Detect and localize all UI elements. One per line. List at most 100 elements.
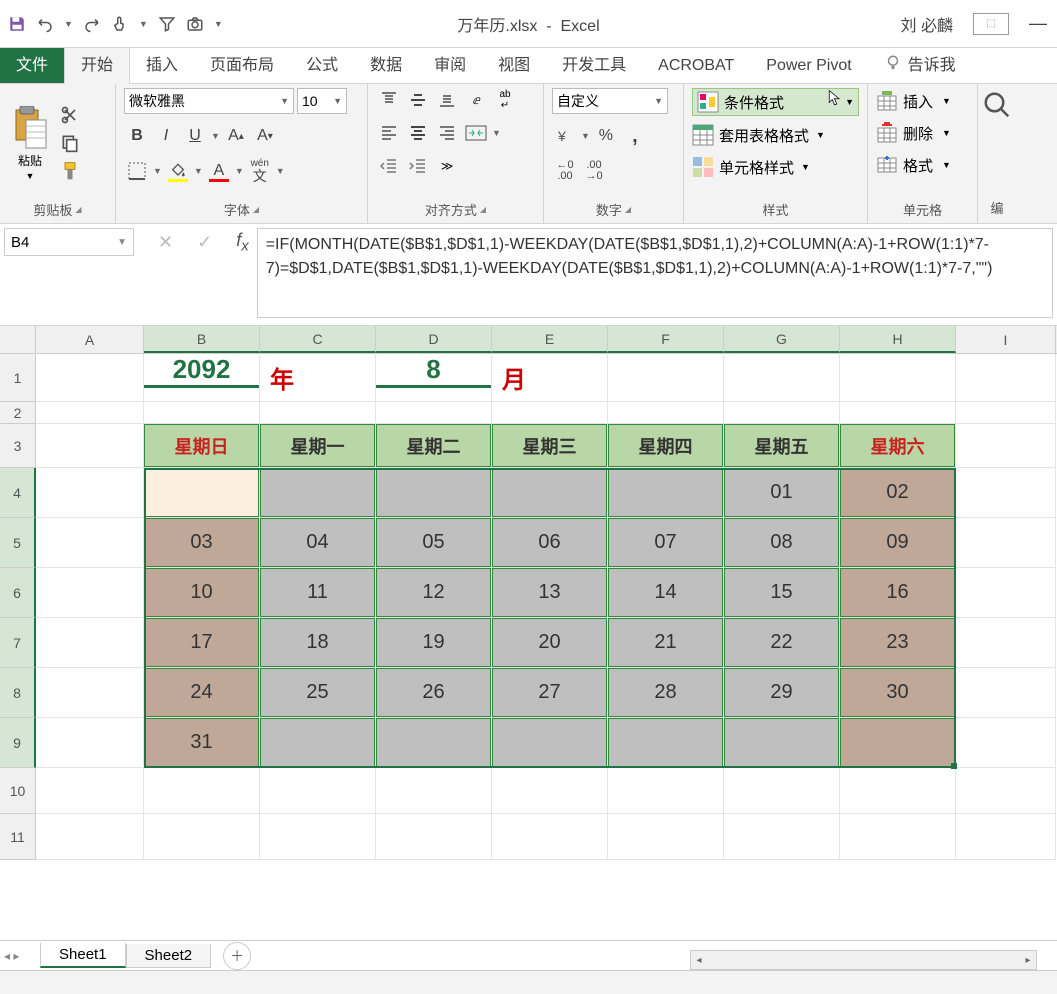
tab-file[interactable]: 文件 bbox=[0, 43, 64, 83]
format-as-table-button[interactable]: 套用表格格式▼ bbox=[692, 122, 859, 148]
cell-styles-button[interactable]: 单元格样式▼ bbox=[692, 154, 859, 180]
col-header-H[interactable]: H bbox=[840, 326, 956, 353]
row-header-6[interactable]: 6 bbox=[0, 568, 36, 618]
cell[interactable] bbox=[608, 468, 724, 518]
cell[interactable] bbox=[956, 814, 1056, 860]
cell[interactable] bbox=[956, 718, 1056, 768]
find-icon[interactable] bbox=[982, 90, 1012, 120]
cell[interactable]: 14 bbox=[608, 568, 724, 618]
cell[interactable] bbox=[376, 402, 492, 424]
name-box[interactable]: B4▼ bbox=[4, 228, 134, 256]
align-top-icon[interactable] bbox=[376, 88, 402, 112]
cell[interactable] bbox=[144, 768, 260, 814]
cell[interactable] bbox=[260, 814, 376, 860]
cell[interactable]: 星期一 bbox=[260, 424, 376, 468]
sheet-nav[interactable]: ◂ ▸ bbox=[4, 949, 19, 963]
col-header-E[interactable]: E bbox=[492, 326, 608, 353]
cell[interactable] bbox=[36, 718, 144, 768]
cell[interactable] bbox=[260, 718, 376, 768]
cell[interactable]: 星期三 bbox=[492, 424, 608, 468]
cell[interactable] bbox=[724, 354, 840, 402]
cell[interactable] bbox=[724, 768, 840, 814]
cell[interactable] bbox=[608, 814, 724, 860]
cell[interactable] bbox=[608, 718, 724, 768]
cell[interactable]: 20 bbox=[492, 618, 608, 668]
cell[interactable]: 星期二 bbox=[376, 424, 492, 468]
clipboard-launcher-icon[interactable]: ◢ bbox=[75, 205, 81, 214]
cell[interactable]: 星期日 bbox=[144, 424, 260, 468]
sheet-tab-1[interactable]: Sheet1 bbox=[40, 943, 126, 968]
horizontal-scrollbar[interactable]: ◂▸ bbox=[690, 950, 1037, 970]
increase-indent-icon[interactable] bbox=[405, 154, 431, 178]
fill-color-icon[interactable] bbox=[165, 158, 191, 184]
italic-button[interactable]: I bbox=[153, 123, 179, 149]
cell[interactable] bbox=[840, 768, 956, 814]
row-header-9[interactable]: 9 bbox=[0, 718, 36, 768]
cell[interactable]: 13 bbox=[492, 568, 608, 618]
cell[interactable]: 09 bbox=[840, 518, 956, 568]
col-header-D[interactable]: D bbox=[376, 326, 492, 353]
cell[interactable]: 27 bbox=[492, 668, 608, 718]
cell[interactable] bbox=[376, 814, 492, 860]
ribbon-display-icon[interactable]: ⬚ bbox=[973, 13, 1009, 35]
orientation-icon[interactable]: ⅇ bbox=[463, 88, 489, 112]
wrap-text-icon[interactable]: ab↵ bbox=[492, 88, 518, 112]
col-header-A[interactable]: A bbox=[36, 326, 144, 353]
cell[interactable] bbox=[840, 402, 956, 424]
cell[interactable]: 08 bbox=[724, 518, 840, 568]
cell[interactable] bbox=[36, 568, 144, 618]
cell[interactable]: 12 bbox=[376, 568, 492, 618]
cell[interactable]: 07 bbox=[608, 518, 724, 568]
cell[interactable] bbox=[956, 424, 1056, 468]
cut-icon[interactable] bbox=[58, 103, 82, 127]
cell[interactable] bbox=[36, 468, 144, 518]
align-right-icon[interactable] bbox=[434, 121, 460, 145]
cell[interactable]: 03 bbox=[144, 518, 260, 568]
align-left-icon[interactable] bbox=[376, 121, 402, 145]
cell[interactable] bbox=[36, 668, 144, 718]
cell[interactable]: 星期四 bbox=[608, 424, 724, 468]
cell[interactable] bbox=[608, 402, 724, 424]
user-name[interactable]: 刘 必麟 bbox=[901, 12, 953, 36]
row-header-4[interactable]: 4 bbox=[0, 468, 36, 518]
col-header-G[interactable]: G bbox=[724, 326, 840, 353]
cell[interactable] bbox=[956, 668, 1056, 718]
cell[interactable] bbox=[36, 618, 144, 668]
cell[interactable] bbox=[956, 468, 1056, 518]
cell[interactable] bbox=[492, 768, 608, 814]
cell[interactable]: 06 bbox=[492, 518, 608, 568]
redo-icon[interactable] bbox=[83, 15, 101, 33]
row-header-3[interactable]: 3 bbox=[0, 424, 36, 468]
cell[interactable]: 01 bbox=[724, 468, 840, 518]
undo-icon[interactable] bbox=[36, 15, 54, 33]
col-header-C[interactable]: C bbox=[260, 326, 376, 353]
font-size-combo[interactable]: 10▼ bbox=[297, 88, 347, 114]
cell[interactable] bbox=[376, 718, 492, 768]
cell[interactable]: 22 bbox=[724, 618, 840, 668]
touch-mode-icon[interactable] bbox=[111, 15, 129, 33]
tab-view[interactable]: 视图 bbox=[482, 43, 546, 83]
tab-developer[interactable]: 开发工具 bbox=[546, 43, 642, 83]
worksheet-grid[interactable]: A B C D E F G H I 1234567891011 2092▲▼年8… bbox=[0, 326, 1057, 860]
cell[interactable]: 29 bbox=[724, 668, 840, 718]
cell[interactable]: 10 bbox=[144, 568, 260, 618]
number-launcher-icon[interactable]: ◢ bbox=[625, 205, 631, 214]
cell[interactable]: 26 bbox=[376, 668, 492, 718]
orientation-dropdown-icon[interactable]: ≫ bbox=[434, 154, 460, 178]
align-bottom-icon[interactable] bbox=[434, 88, 460, 112]
tab-insert[interactable]: 插入 bbox=[130, 43, 194, 83]
cell[interactable]: 04 bbox=[260, 518, 376, 568]
cell[interactable] bbox=[36, 402, 144, 424]
cell[interactable]: 16 bbox=[840, 568, 956, 618]
cancel-formula-icon[interactable]: ✕ bbox=[158, 232, 173, 253]
phonetic-icon[interactable]: wén文 bbox=[247, 158, 273, 184]
decrease-indent-icon[interactable] bbox=[376, 154, 402, 178]
camera-icon[interactable] bbox=[186, 15, 204, 33]
cell[interactable]: 19 bbox=[376, 618, 492, 668]
align-launcher-icon[interactable]: ◢ bbox=[480, 205, 486, 214]
decrease-font-icon[interactable]: A▾ bbox=[252, 123, 278, 149]
tab-data[interactable]: 数据 bbox=[354, 43, 418, 83]
border-icon[interactable] bbox=[124, 158, 150, 184]
cell[interactable]: 2092▲▼ bbox=[144, 354, 260, 402]
fx-icon[interactable]: fx bbox=[236, 230, 249, 255]
